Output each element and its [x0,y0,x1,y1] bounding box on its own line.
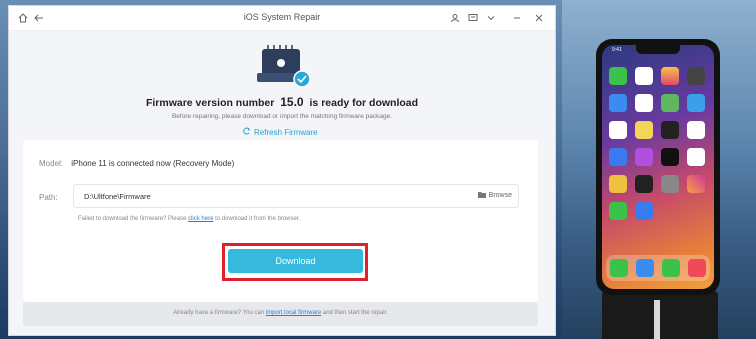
app-store-icon [609,148,627,166]
iphone-home-screen: 9:41 [602,45,714,289]
instagram-icon [687,175,705,193]
import-local-firmware-link[interactable]: import local firmware [266,310,321,316]
feedback-icon[interactable] [465,10,481,26]
refresh-icon [243,127,251,137]
phone-dock [606,255,710,281]
download-button[interactable]: Download [228,249,363,273]
path-field[interactable]: D:\Ultfone\Firmware Browse [73,184,519,208]
model-row: Model: iPhone 11 is connected now (Recov… [39,159,234,168]
facetime-icon [609,67,627,85]
footer-suffix: and then start the repair. [322,310,388,316]
photos-icon [661,67,679,85]
fail-suffix: to download it from the browser. [215,216,301,222]
phone-photo: 9:41 [562,0,756,339]
whatsapp-icon [609,202,627,220]
reminders-icon [609,121,627,139]
camera-icon [687,67,705,85]
wallet-icon [635,175,653,193]
path-value: D:\Ultfone\Firmware [84,192,151,201]
firmware-subtitle: Before repairing, please download or imp… [171,113,393,120]
safari-icon [636,259,654,277]
firmware-title-prefix: Firmware version number [145,97,275,109]
download-failed-message: Failed to download the firmware? Please … [78,216,300,222]
mail-icon [609,94,627,112]
app-icon [635,202,653,220]
footer-prefix: Already have a firmware? You can [173,310,265,316]
close-icon[interactable] [531,10,547,26]
phone-notch [636,45,680,54]
firmware-version: 15.0 [280,95,304,109]
model-value: iPhone 11 is connected now (Recovery Mod… [71,159,235,168]
music-icon [688,259,706,277]
firmware-title-suffix: is ready for download [309,97,419,109]
fail-prefix: Failed to download the firmware? Please [78,216,187,222]
iphone-device: 9:41 [596,39,720,295]
tv-icon [661,148,679,166]
books-icon [687,121,705,139]
health-icon [687,148,705,166]
model-label: Model: [39,159,64,168]
browse-label: Browse [488,192,512,199]
firmware-chip-icon [252,43,312,89]
weather-icon [687,94,705,112]
home-app-icon [609,175,627,193]
charging-cable [654,300,660,339]
title-bar: iOS System Repair [9,6,555,31]
messages-icon [662,259,680,277]
podcasts-icon [635,148,653,166]
settings-icon [661,175,679,193]
download-panel: Model: iPhone 11 is connected now (Recov… [23,140,538,302]
app-window: iOS System Repair Firmware version numbe… [8,5,556,336]
calendar-icon [635,67,653,85]
stocks-icon [661,121,679,139]
folder-icon [477,191,486,200]
click-here-link[interactable]: click here [188,216,213,222]
maps-icon [661,94,679,112]
refresh-firmware-link[interactable]: Refresh Firmware [243,127,318,137]
phone-app-icon [610,259,628,277]
browse-button[interactable]: Browse [477,191,512,200]
refresh-firmware-label: Refresh Firmware [254,127,318,137]
app-grid [609,67,707,220]
phone-time: 9:41 [612,47,622,53]
user-icon[interactable] [447,10,463,26]
chevron-down-icon[interactable] [483,10,499,26]
minimize-icon[interactable] [509,10,525,26]
phone-stand [602,291,718,339]
firmware-ready-title: Firmware version number 15.0 is ready fo… [9,95,555,109]
notes-icon [635,121,653,139]
import-footer-text: Already have a firmware? You can import … [23,310,538,316]
path-label: Path: [39,193,58,202]
import-footer: Already have a firmware? You can import … [23,302,538,326]
clock-icon [635,94,653,112]
